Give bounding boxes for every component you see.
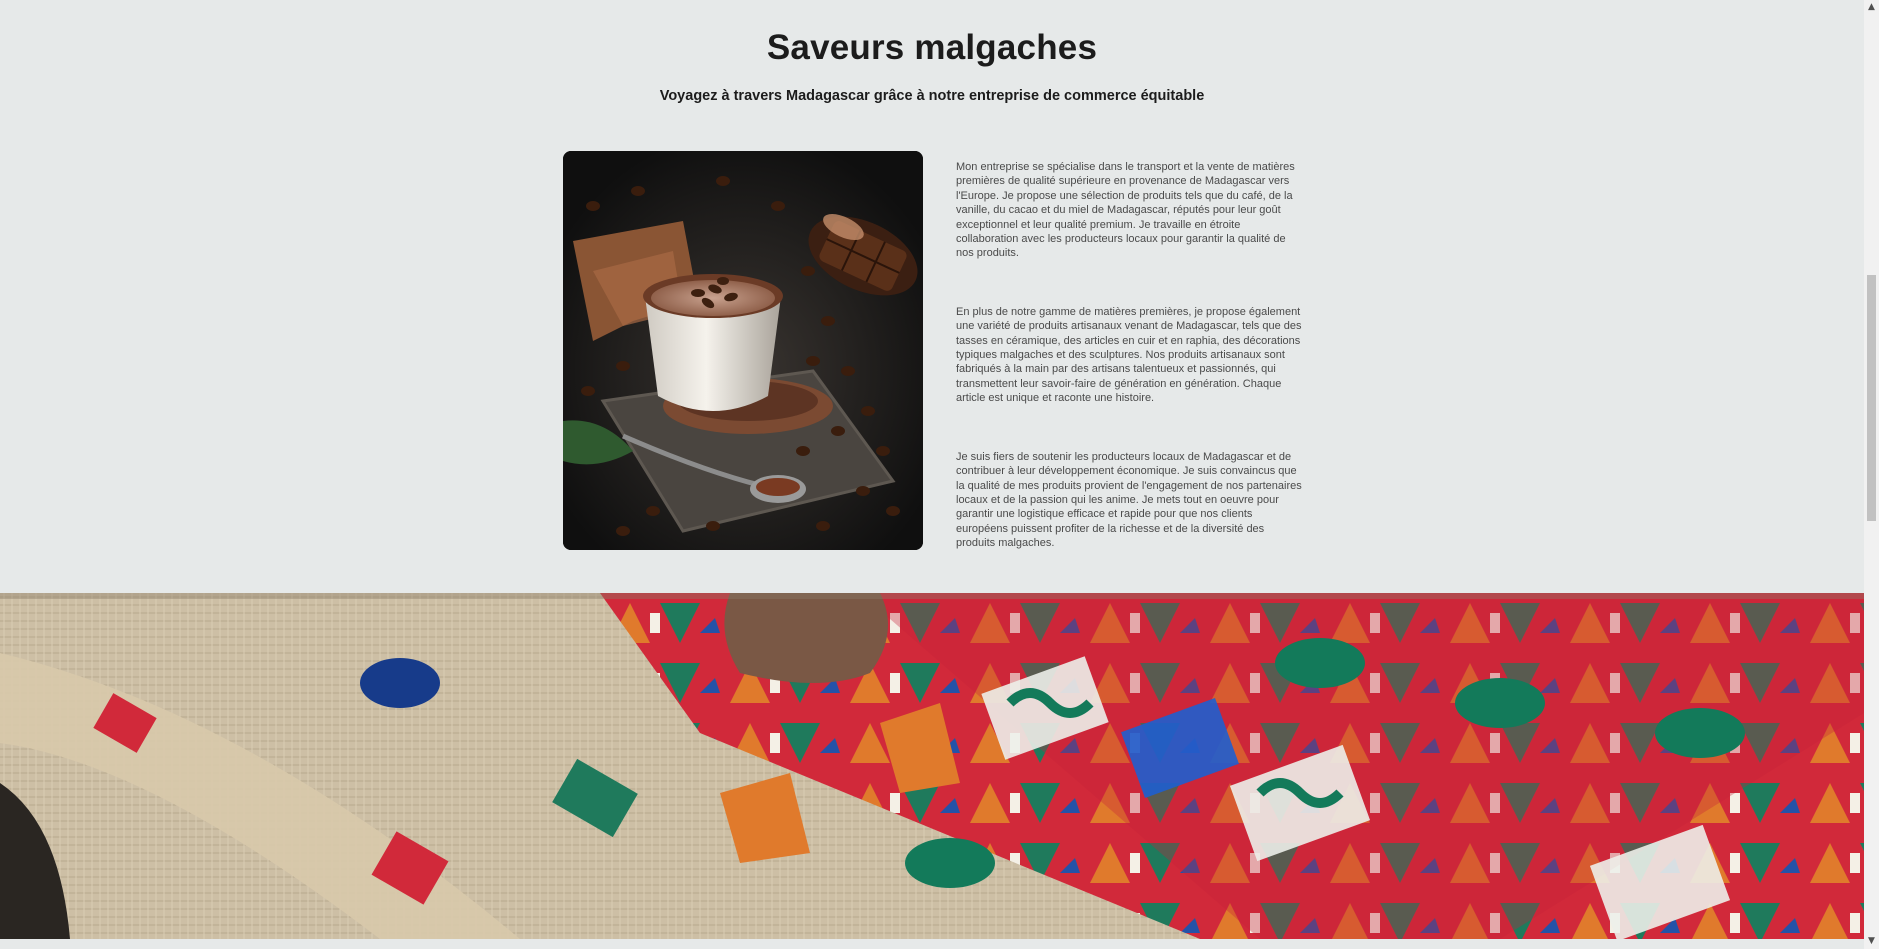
cocoa-coffee-photo	[563, 151, 923, 550]
page-footer-gap	[0, 939, 1864, 949]
about-paragraph-3: Je suis fiers de soutenir les producteur…	[956, 450, 1302, 550]
textile-banner-image	[0, 593, 1864, 939]
about-paragraph-1: Mon entreprise se spécialise dans le tra…	[956, 161, 1295, 260]
page: Saveurs malgaches Voyagez à travers Mada…	[0, 0, 1864, 949]
scroll-down-icon[interactable]: ▼	[1864, 934, 1879, 949]
page-title: Saveurs malgaches	[766, 28, 1098, 67]
vertical-scrollbar[interactable]: ▲ ▼	[1864, 0, 1879, 949]
page-subtitle: Voyagez à travers Madagascar grâce à not…	[659, 88, 1205, 104]
about-text: Mon entreprise se spécialise dans le tra…	[956, 160, 1304, 595]
scrollbar-thumb[interactable]	[1867, 275, 1876, 521]
about-paragraph-2: En plus de notre gamme de matières premi…	[956, 305, 1302, 405]
scroll-up-icon[interactable]: ▲	[1864, 0, 1879, 15]
